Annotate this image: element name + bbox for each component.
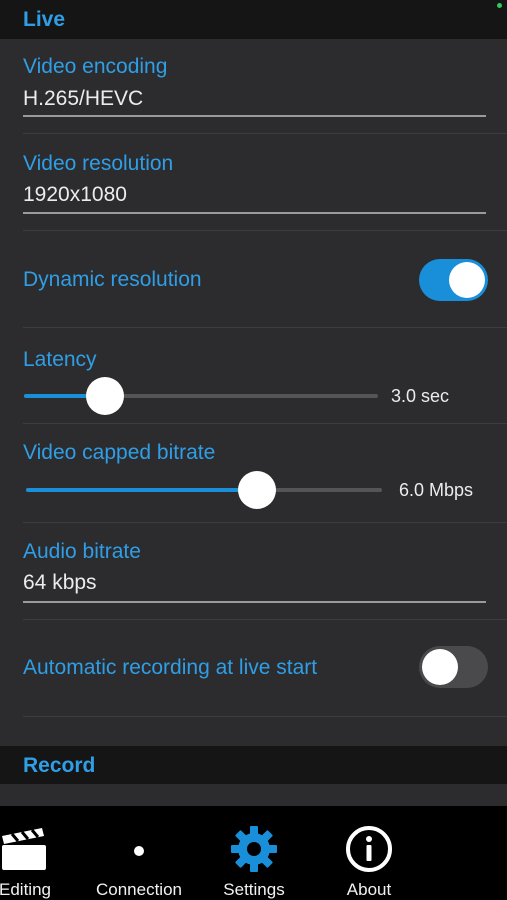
- video-resolution-label: Video resolution: [23, 152, 174, 175]
- video-capped-bitrate-label: Video capped bitrate: [23, 441, 216, 464]
- divider: [23, 716, 507, 717]
- latency-slider-thumb[interactable]: [86, 377, 124, 415]
- video-resolution-underline: [23, 212, 486, 214]
- tab-settings[interactable]: Settings: [205, 806, 303, 900]
- record-section-header: Record: [0, 746, 507, 784]
- video-capped-bitrate-value: 6.0 Mbps: [399, 480, 474, 500]
- gear-icon: [231, 826, 277, 872]
- divider: [23, 423, 507, 424]
- clapperboard-icon: [2, 828, 46, 870]
- toggle-knob: [449, 262, 485, 298]
- tab-about-label: About: [346, 880, 392, 899]
- dot-icon: [134, 846, 144, 856]
- audio-bitrate-underline: [23, 601, 486, 603]
- latency-value: 3.0 sec: [391, 386, 450, 406]
- video-encoding-value[interactable]: H.265/HEVC: [23, 87, 143, 111]
- video-encoding-label: Video encoding: [23, 55, 168, 78]
- video-capped-bitrate-slider-fill: [26, 488, 257, 492]
- audio-bitrate-label: Audio bitrate: [23, 540, 141, 563]
- dynamic-resolution-toggle[interactable]: [419, 259, 488, 301]
- dynamic-resolution-label: Dynamic resolution: [23, 268, 202, 291]
- divider: [23, 230, 507, 231]
- tab-editing[interactable]: Editing: [0, 806, 90, 900]
- tab-settings-label: Settings: [223, 880, 285, 899]
- record-section-title: Record: [23, 754, 96, 777]
- divider: [23, 522, 507, 523]
- divider: [23, 133, 507, 134]
- automatic-recording-toggle[interactable]: [419, 646, 488, 688]
- tab-about[interactable]: About: [325, 806, 413, 900]
- audio-bitrate-value[interactable]: 64 kbps: [23, 571, 97, 595]
- divider: [23, 619, 507, 620]
- tab-connection-label: Connection: [95, 880, 182, 899]
- divider: [23, 327, 507, 328]
- automatic-recording-label: Automatic recording at live start: [23, 656, 318, 679]
- tab-bar: Editing Connection Settings About: [0, 806, 507, 900]
- latency-slider-track[interactable]: [24, 377, 378, 415]
- tab-connection[interactable]: Connection: [80, 806, 198, 900]
- video-encoding-underline: [23, 115, 486, 117]
- status-indicator: [497, 3, 502, 8]
- live-section-title: Live: [23, 8, 66, 31]
- toggle-knob: [422, 649, 458, 685]
- tab-editing-label: Editing: [0, 880, 51, 899]
- latency-label: Latency: [23, 348, 97, 371]
- info-icon: [346, 826, 392, 872]
- video-resolution-value[interactable]: 1920x1080: [23, 183, 127, 207]
- video-capped-bitrate-slider-thumb[interactable]: [238, 471, 276, 509]
- live-section-header: Live: [0, 0, 507, 39]
- video-capped-bitrate-slider-track[interactable]: [26, 471, 382, 509]
